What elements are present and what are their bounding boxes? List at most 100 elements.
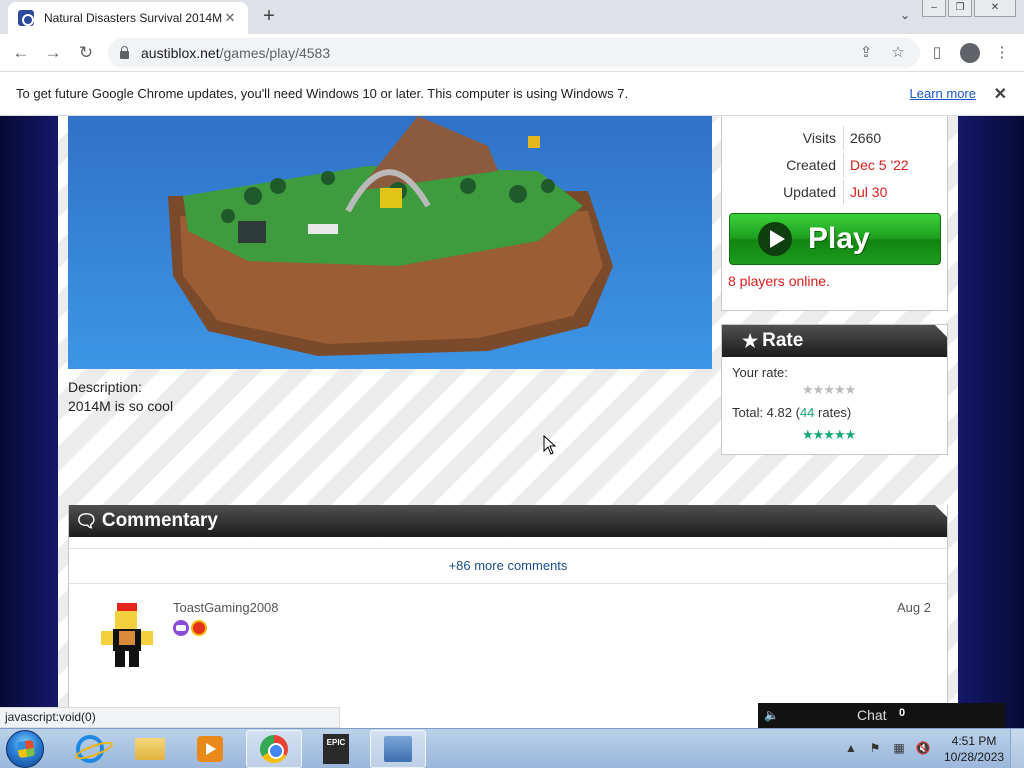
badge-icon — [191, 620, 207, 636]
taskbar-epic-games[interactable]: EPIC — [308, 730, 364, 768]
description-label: Description: — [68, 379, 142, 395]
web-page: Description: 2014M is so cool Visits 266… — [0, 116, 1024, 728]
infobar-close-icon[interactable]: ✕ — [994, 84, 1007, 104]
volume-muted-icon[interactable]: 🔇 — [915, 741, 931, 755]
clock-date: 10/28/2023 — [944, 750, 1005, 764]
windows-taskbar: EPIC ▲ ⚑ ▦ 🔇 4:51 PM 10/28/2023 — [0, 728, 1024, 768]
total-rating-prefix: Total: 4.82 ( — [732, 405, 800, 420]
rate-star-5[interactable]: ★ — [845, 382, 857, 397]
avatar[interactable] — [99, 603, 155, 667]
visits-value: 2660 — [850, 130, 882, 146]
total-rating-suffix: rates) — [814, 405, 852, 420]
commentary-header: 🗨 Commentary — [69, 505, 947, 537]
play-button[interactable]: Play — [729, 213, 941, 265]
internet-explorer-icon — [76, 735, 104, 763]
menu-icon[interactable]: ⋮ — [992, 43, 1012, 63]
total-rating-stars: ★★★★★ — [802, 427, 856, 442]
taskbar-file-explorer[interactable] — [122, 730, 178, 768]
updated-value: Jul 30 — [850, 184, 888, 200]
share-icon[interactable]: ⇪ — [856, 43, 876, 63]
visits-row: Visits 2660 — [722, 126, 949, 150]
rate-panel-header: ★ Rate — [722, 325, 947, 357]
created-row: Created Dec 5 '22 — [722, 153, 949, 177]
site-favicon-icon — [18, 10, 34, 26]
created-label: Created — [786, 157, 836, 173]
restore-icon[interactable]: ❐ — [948, 0, 972, 17]
play-button-label: Play — [808, 222, 870, 255]
forward-icon[interactable]: → — [42, 42, 64, 64]
taskbar-google-chrome[interactable] — [246, 730, 302, 768]
star-icon[interactable]: ☆ — [888, 43, 908, 63]
rate-title: Rate — [762, 330, 804, 351]
rate-star-1[interactable]: ★ — [802, 382, 814, 397]
chat-count: 0 — [899, 707, 906, 719]
tab-search-icon[interactable]: ⌄ — [896, 8, 914, 26]
update-infobar: To get future Google Chrome updates, you… — [0, 72, 1024, 116]
window-controls: – ❐ ✕ — [922, 0, 1016, 17]
browser-toolbar: ← → ↻ austiblox.net/games/play/4583 ⇪ ☆ … — [0, 34, 1024, 72]
lock-icon[interactable] — [120, 46, 129, 59]
taskbar-network-app[interactable] — [370, 730, 426, 768]
your-rate-stars[interactable]: ★★★★★ — [802, 382, 857, 398]
rate-panel: ★ Rate Your rate: ★★★★★ Total: 4.82 (44 … — [721, 324, 948, 455]
visits-label: Visits — [802, 130, 836, 146]
clock-time: 4:51 PM — [951, 734, 997, 748]
more-comments-link[interactable]: +86 more comments — [69, 548, 947, 584]
chat-label[interactable]: Chat — [857, 707, 887, 723]
address-bar[interactable]: austiblox.net/games/play/4583 — [108, 38, 920, 68]
back-icon[interactable]: ← — [10, 42, 32, 64]
url-host: austiblox.net — [141, 45, 220, 61]
browser-tab[interactable]: Natural Disasters Survival 2014M ✕ — [8, 2, 248, 34]
browser-titlebar: Natural Disasters Survival 2014M ✕ + ⌄ –… — [0, 0, 1024, 34]
total-rating-count[interactable]: 44 — [800, 405, 814, 420]
minimize-icon[interactable]: – — [922, 0, 946, 17]
learn-more-link[interactable]: Learn more — [910, 86, 976, 101]
reload-icon[interactable]: ↻ — [75, 42, 97, 64]
link-status-bubble: javascript:void(0) — [0, 707, 340, 728]
network-app-icon — [384, 736, 412, 762]
action-center-icon[interactable]: ⚑ — [867, 741, 883, 755]
media-player-icon — [197, 736, 223, 762]
chrome-icon — [260, 735, 288, 763]
game-page-content: Description: 2014M is so cool Visits 266… — [58, 116, 958, 728]
system-tray: ▲ ⚑ ▦ 🔇 — [843, 741, 931, 755]
commentary-panel: 🗨 Commentary +86 more comments ToastGami… — [68, 505, 948, 728]
page-background-right — [958, 116, 1024, 728]
updated-label: Updated — [783, 184, 836, 200]
play-icon — [758, 222, 792, 256]
system-clock[interactable]: 4:51 PM 10/28/2023 — [944, 733, 1004, 765]
start-button[interactable] — [6, 730, 44, 768]
badge-icon — [173, 620, 189, 636]
commentary-title: Commentary — [101, 510, 219, 531]
epic-games-icon: EPIC — [323, 734, 349, 764]
comments-icon: 🗨 — [75, 510, 98, 531]
show-desktop-button[interactable] — [1010, 729, 1024, 768]
url-text: austiblox.net/games/play/4583 — [141, 45, 330, 61]
total-rating: Total: 4.82 (44 rates) — [732, 405, 851, 420]
rate-star-2[interactable]: ★ — [813, 382, 825, 397]
page-background-left — [0, 116, 58, 728]
your-rate-label: Your rate: — [732, 365, 788, 380]
chat-bar[interactable]: 🔈 Chat 0 — [758, 703, 1006, 728]
network-icon[interactable]: ▦ — [891, 741, 907, 755]
game-thumbnail — [68, 116, 712, 369]
url-path: /games/play/4583 — [219, 45, 331, 61]
window-close-icon[interactable]: ✕ — [974, 0, 1016, 17]
taskbar-internet-explorer[interactable] — [62, 730, 118, 768]
show-hidden-icons-icon[interactable]: ▲ — [843, 741, 859, 755]
side-panel-icon[interactable]: ▯ — [927, 43, 947, 63]
players-online-text: 8 players online. — [728, 273, 830, 289]
comment-username[interactable]: ToastGaming2008 — [173, 600, 279, 615]
mouse-cursor-icon — [543, 435, 557, 455]
tab-close-icon[interactable]: ✕ — [222, 10, 238, 26]
updated-row: Updated Jul 30 — [722, 180, 949, 204]
rate-star-3[interactable]: ★ — [823, 382, 835, 397]
infobar-message: To get future Google Chrome updates, you… — [16, 86, 629, 101]
profile-icon[interactable] — [960, 43, 980, 63]
taskbar-media-player[interactable] — [182, 730, 238, 768]
speaker-icon[interactable]: 🔈 — [764, 708, 779, 722]
row-divider — [843, 180, 844, 204]
rate-star-4[interactable]: ★ — [834, 382, 846, 397]
user-badges — [173, 620, 207, 636]
new-tab-button[interactable]: + — [258, 6, 280, 28]
